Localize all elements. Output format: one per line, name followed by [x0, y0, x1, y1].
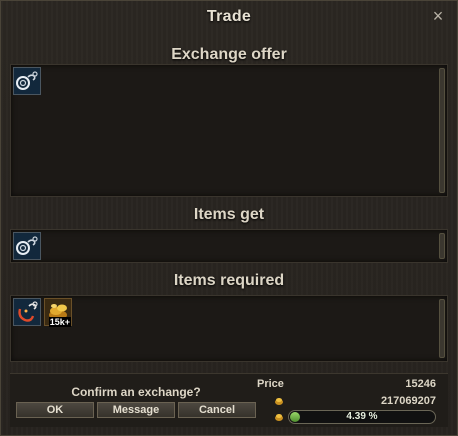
gold-coin-icon — [275, 414, 283, 421]
exchange-offer-panel — [10, 64, 448, 197]
items-get-scrollbar[interactable] — [439, 233, 445, 259]
exchange-offer-heading: Exchange offer — [171, 46, 287, 63]
items-required-panel: 15k+ — [10, 295, 448, 362]
progress-text: 4.39 % — [346, 411, 378, 422]
ok-button[interactable]: OK — [16, 402, 94, 418]
chain-hook-item-icon — [18, 301, 38, 322]
price-value: 15246 — [405, 378, 436, 390]
cancel-button[interactable]: Cancel — [178, 402, 256, 418]
items-get-heading: Items get — [193, 206, 265, 223]
lock-chain-item-icon — [16, 71, 38, 90]
trade-footer: Confirm an exchange? OK Message Cancel P… — [10, 373, 448, 427]
price-label: Price — [257, 378, 284, 390]
items-required-gold-slot[interactable]: 15k+ — [44, 298, 72, 327]
money-value: 217069207 — [380, 395, 436, 407]
items-required-item-slot[interactable] — [13, 298, 41, 326]
title-bar: Trade × — [1, 1, 457, 35]
close-icon[interactable]: × — [431, 7, 445, 25]
item-stack-count: 15k+ — [48, 317, 71, 327]
progress-bar: 4.39 % — [288, 410, 436, 424]
items-required-heading: Items required — [173, 272, 285, 289]
exchange-offer-item-slot[interactable] — [13, 67, 41, 95]
confirm-text: Confirm an exchange? — [71, 385, 201, 399]
gold-coin-icon — [275, 398, 283, 405]
items-required-scrollbar[interactable] — [439, 299, 445, 358]
items-get-item-slot[interactable] — [13, 232, 41, 260]
message-button[interactable]: Message — [97, 402, 175, 418]
window-title: Trade — [206, 8, 252, 25]
items-get-panel — [10, 229, 448, 263]
exchange-offer-scrollbar[interactable] — [439, 68, 445, 193]
lock-chain-item-icon — [16, 236, 38, 255]
trade-window: Trade × Exchange offer Items get Items r… — [0, 0, 458, 436]
